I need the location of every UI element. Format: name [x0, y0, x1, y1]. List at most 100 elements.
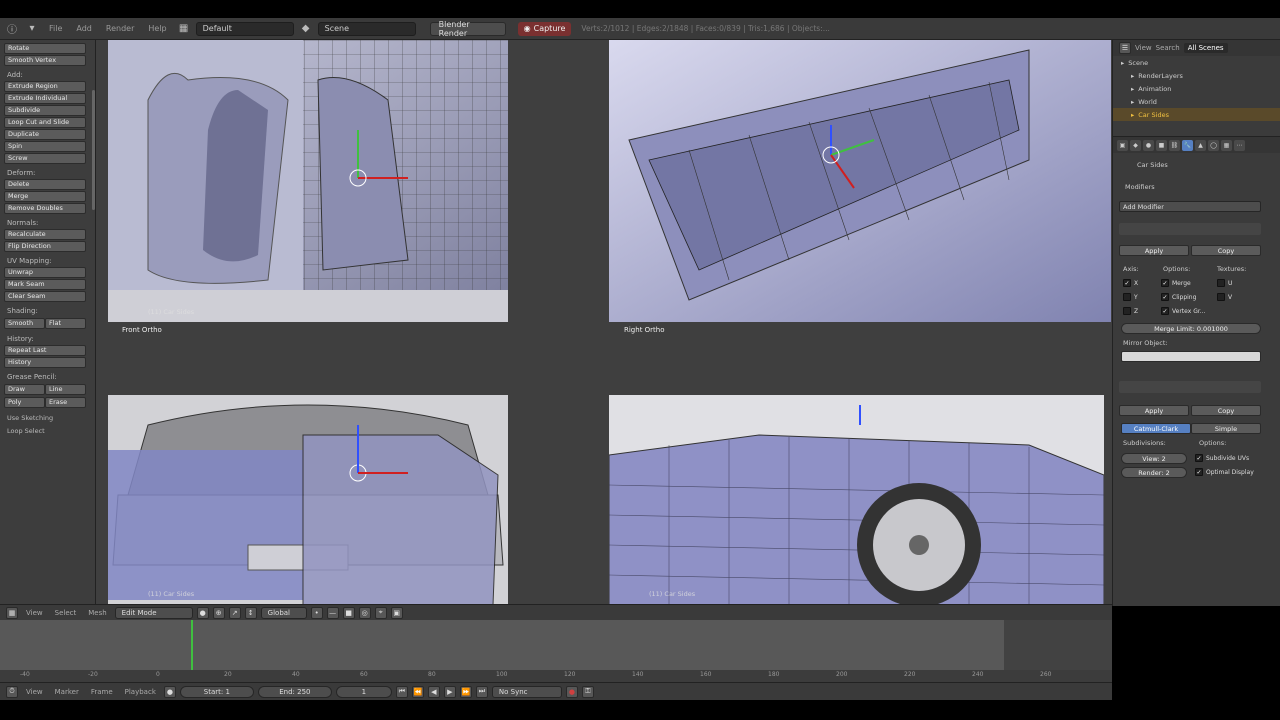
mirror-tex-v[interactable]: V [1217, 293, 1232, 301]
tool-spin[interactable]: Spin [4, 141, 86, 152]
outliner-editor-icon[interactable]: ☰ [1119, 42, 1131, 54]
menu-select[interactable]: Select [51, 609, 81, 617]
orientation-select[interactable]: Global [260, 606, 307, 619]
catmull-clark-button[interactable]: Catmull-Clark [1121, 423, 1191, 434]
play-reverse-icon[interactable]: ◀ [427, 685, 440, 698]
scene-field[interactable]: Scene [317, 21, 416, 36]
manipulator-icon[interactable]: ↗ [228, 606, 241, 619]
subsurf-copy-button[interactable]: Copy [1191, 405, 1261, 416]
timeline-editor-icon[interactable]: ⏱ [6, 685, 18, 698]
timeline[interactable]: -40 -20 0 20 40 60 80 100 120 140 160 180 200 220 240 2… [0, 620, 1112, 682]
menu-help[interactable]: Help [143, 24, 171, 33]
menu-mesh[interactable]: Mesh [84, 609, 110, 617]
tool-unwrap[interactable]: Unwrap [4, 267, 86, 278]
tool-line[interactable]: Line [45, 384, 86, 395]
menu-frame[interactable]: Frame [87, 688, 117, 696]
tool-smooth-vertex[interactable]: Smooth Vertex [4, 55, 86, 66]
next-key-icon[interactable]: ⏩ [459, 685, 472, 698]
add-modifier-select[interactable]: Add Modifier [1119, 201, 1261, 212]
outliner-row-renderlayers[interactable]: ▸ RenderLayers [1113, 69, 1280, 82]
menu-timeline-view[interactable]: View [22, 688, 47, 696]
tool-history[interactable]: History [4, 357, 86, 368]
material-tab-icon[interactable]: ◯ [1208, 139, 1219, 151]
menu-marker[interactable]: Marker [51, 688, 83, 696]
start-frame-field[interactable]: Start: 1 [179, 685, 254, 698]
mirror-tex-u[interactable]: U [1217, 279, 1232, 287]
capture-button[interactable]: ◉ Capture [517, 21, 572, 36]
tool-screw[interactable]: Screw [4, 153, 86, 164]
frame-cursor[interactable] [191, 620, 193, 674]
outliner-tab-search[interactable]: Search [1156, 44, 1180, 52]
data-tab-icon[interactable]: ▲ [1195, 139, 1206, 151]
mirror-opt-vertex-groups[interactable]: ✓ Vertex Gr... [1161, 307, 1205, 315]
play-icon[interactable]: ▶ [443, 685, 456, 698]
render-engine-select[interactable]: Blender Render [429, 20, 506, 38]
tool-delete[interactable]: Delete [4, 179, 86, 190]
viewport-right-ortho[interactable] [609, 40, 1111, 322]
proportional-edit-icon[interactable]: ◎ [358, 606, 371, 619]
scene-tab-icon[interactable]: ◆ [1130, 139, 1141, 151]
outliner-tab-all-scenes[interactable]: All Scenes [1183, 43, 1228, 53]
jump-start-icon[interactable]: ⏮ [395, 685, 408, 698]
texture-tab-icon[interactable]: ▦ [1221, 139, 1232, 151]
outliner-row-animation[interactable]: ▸ Animation [1113, 82, 1280, 95]
subsurf-apply-button[interactable]: Apply [1119, 405, 1189, 416]
record-keyframe-icon[interactable]: ● [565, 685, 578, 698]
simple-button[interactable]: Simple [1191, 423, 1261, 434]
constraints-tab-icon[interactable]: ⛓ [1169, 139, 1180, 151]
tool-extrude-individual[interactable]: Extrude Individual [4, 93, 86, 104]
pivot-icon[interactable]: ⊕ [212, 606, 225, 619]
tool-flip-direction[interactable]: Flip Direction [4, 241, 86, 252]
current-frame-field[interactable]: 1 [335, 685, 392, 698]
outliner-row-car-sides[interactable]: ▸ Car Sides [1113, 108, 1280, 121]
mirror-axis-y[interactable]: Y [1123, 293, 1138, 301]
sync-select[interactable]: No Sync [491, 685, 562, 698]
tool-extrude-region[interactable]: Extrude Region [4, 81, 86, 92]
tool-remove-doubles[interactable]: Remove Doubles [4, 203, 86, 214]
toolshelf-scrollbar[interactable] [92, 90, 95, 210]
tool-clear-seam[interactable]: Clear Seam [4, 291, 86, 302]
tool-recalculate[interactable]: Recalculate [4, 229, 86, 240]
tool-flat[interactable]: Flat [45, 318, 86, 329]
operator-loop-select[interactable]: Loop Select [7, 427, 91, 435]
tool-loop-cut[interactable]: Loop Cut and Slide [4, 117, 86, 128]
subsurf-render-levels[interactable]: Render: 2 [1121, 467, 1187, 478]
menu-add[interactable]: Add [71, 24, 97, 33]
viewport-back-view[interactable]: (11) Car Sides [108, 395, 508, 605]
snap-icon[interactable]: ⌖ [374, 606, 387, 619]
chevron-down-icon[interactable]: ▾ [24, 22, 40, 36]
tool-repeat-last[interactable]: Repeat Last [4, 345, 86, 356]
preview-range-icon[interactable]: ● [163, 685, 176, 698]
outliner-row-world[interactable]: ▸ World [1113, 95, 1280, 108]
mirror-axis-z[interactable]: Z [1123, 307, 1138, 315]
tool-draw[interactable]: Draw [4, 384, 45, 395]
optimal-display-checkbox[interactable]: ✓ Optimal Display [1195, 468, 1254, 476]
mirror-modifier-header[interactable] [1119, 223, 1261, 235]
mirror-copy-button[interactable]: Copy [1191, 245, 1261, 256]
render-preview-icon[interactable]: ▣ [390, 606, 403, 619]
face-select-icon[interactable]: ■ [342, 606, 355, 619]
use-sketching[interactable]: Use Sketching [7, 414, 91, 422]
tool-smooth[interactable]: Smooth [4, 318, 45, 329]
render-tab-icon[interactable]: ▣ [1117, 139, 1128, 151]
info-editor-icon[interactable]: ⓘ [4, 22, 20, 36]
translate-icon[interactable]: ↕ [244, 606, 257, 619]
tool-subdivide[interactable]: Subdivide [4, 105, 86, 116]
edge-select-icon[interactable]: — [326, 606, 339, 619]
subsurf-view-levels[interactable]: View: 2 [1121, 453, 1187, 464]
merge-limit-field[interactable]: Merge Limit: 0.001000 [1121, 323, 1261, 334]
menu-render[interactable]: Render [101, 24, 139, 33]
particles-tab-icon[interactable]: ⋯ [1234, 139, 1245, 151]
tool-rotate[interactable]: Rotate [4, 43, 86, 54]
vertex-select-icon[interactable]: • [310, 606, 323, 619]
tool-merge[interactable]: Merge [4, 191, 86, 202]
mode-select[interactable]: Edit Mode [114, 606, 193, 619]
mirror-opt-merge[interactable]: ✓ Merge [1161, 279, 1191, 287]
end-frame-field[interactable]: End: 250 [257, 685, 332, 698]
mirror-opt-clipping[interactable]: ✓ Clipping [1161, 293, 1196, 301]
shading-solid-icon[interactable]: ● [196, 606, 209, 619]
outliner-tab-view[interactable]: View [1135, 44, 1152, 52]
jump-end-icon[interactable]: ⏭ [475, 685, 488, 698]
tool-duplicate[interactable]: Duplicate [4, 129, 86, 140]
menu-file[interactable]: File [44, 24, 67, 33]
